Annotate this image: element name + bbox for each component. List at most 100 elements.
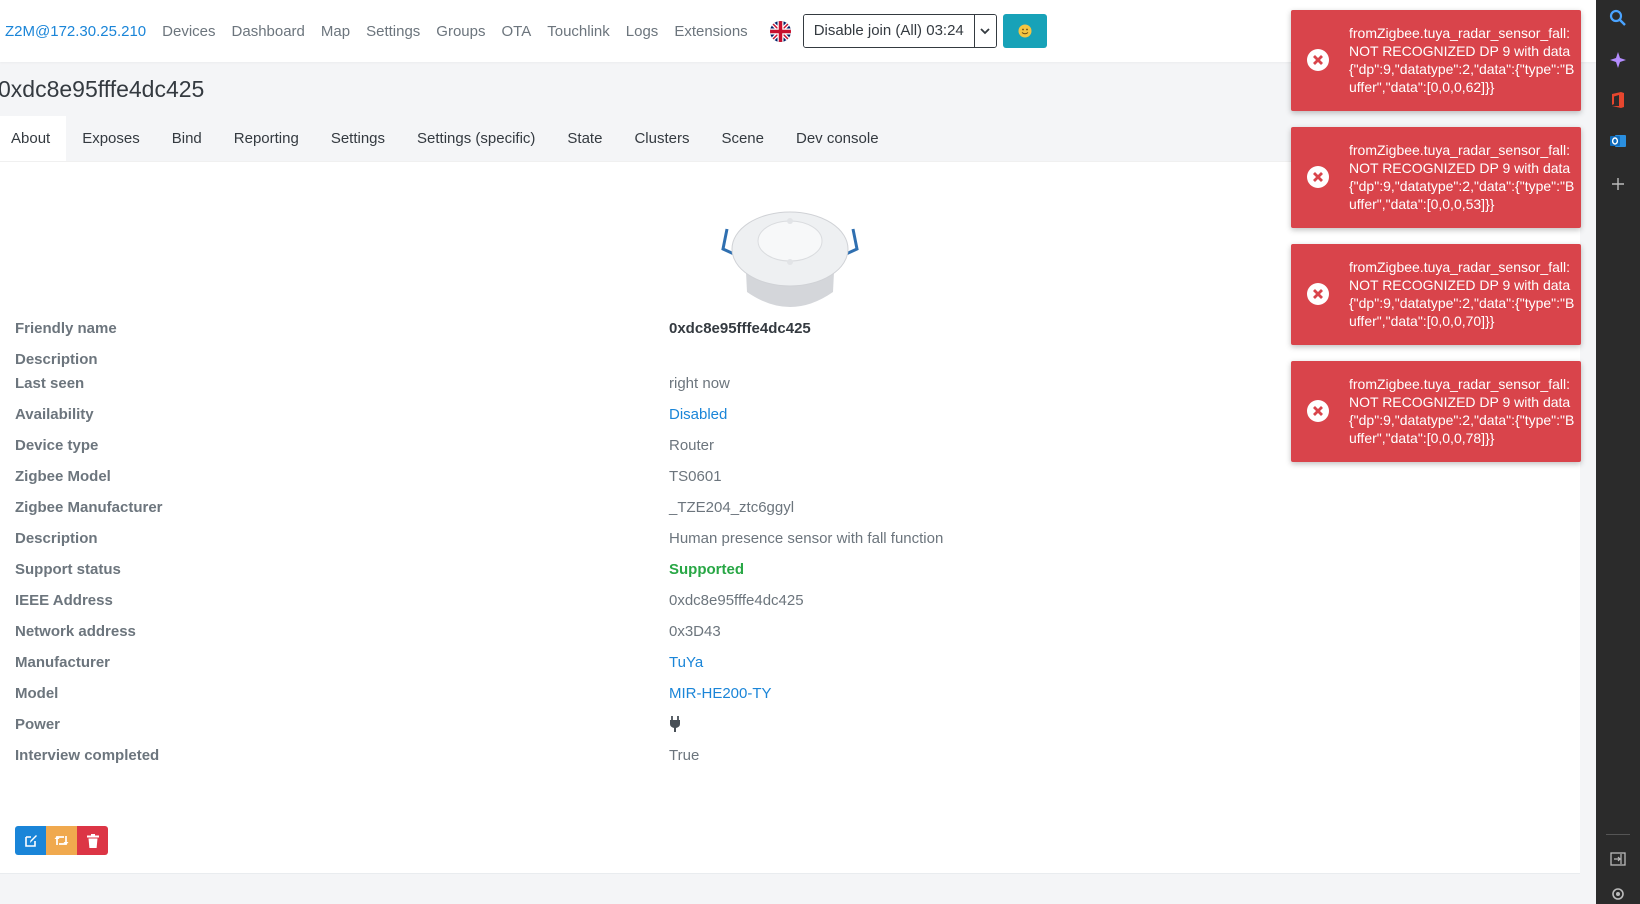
model-link[interactable]: MIR-HE200-TY [669,685,772,702]
edit-icon [24,834,37,847]
uk-flag-icon[interactable] [769,20,791,42]
detail-row-friendly-name: Friendly name 0xdc8e95fffe4dc425 [15,320,1515,344]
add-icon[interactable] [1608,174,1628,194]
error-circle-icon [1307,166,1329,188]
disable-join-button[interactable]: Disable join (All) 03:24 [803,15,974,47]
network-address-value: 0x3D43 [669,623,721,640]
sidebar-divider [1606,834,1630,835]
detail-label: Zigbee Manufacturer [15,499,163,516]
friendly-name-value: 0xdc8e95fffe4dc425 [669,320,811,337]
detail-row-power: Power [15,716,1515,740]
error-circle-icon [1307,283,1329,305]
detail-label: Manufacturer [15,654,111,671]
browser-sidebar [1596,0,1640,904]
tab-state[interactable]: State [551,116,618,161]
theme-toggle-button[interactable] [1002,14,1047,48]
detail-row-support-status: Support status Supported [15,561,1515,585]
interview-completed-value: True [669,747,700,764]
detail-label: Description [15,351,98,368]
copilot-icon[interactable] [1608,50,1628,70]
toast-message: fromZigbee.tuya_radar_sensor_fall: NOT R… [1349,259,1575,329]
error-toast[interactable]: fromZigbee.tuya_radar_sensor_fall: NOT R… [1291,361,1581,462]
gear-icon[interactable] [1608,884,1628,904]
tab-settings-specific[interactable]: Settings (specific) [401,116,551,161]
last-seen-value: right now [669,375,730,392]
retweet-icon [54,836,69,845]
availability-link[interactable]: Disabled [669,406,727,423]
detail-row-device-type: Device type Router [15,437,1515,461]
remove-button[interactable] [77,826,108,855]
detail-row-last-seen: Last seen right now [15,375,1515,399]
detail-row-zigbee-model: Zigbee Model TS0601 [15,468,1515,492]
device-type-value: Router [669,437,715,454]
nav-ota[interactable]: OTA [502,23,532,40]
reconfigure-button[interactable] [46,826,77,855]
nav-touchlink[interactable]: Touchlink [547,23,610,40]
support-status-value: Supported [669,561,744,578]
manufacturer-link[interactable]: TuYa [669,654,703,671]
detail-label: Friendly name [15,320,117,337]
error-toast[interactable]: fromZigbee.tuya_radar_sensor_fall: NOT R… [1291,10,1581,111]
nav-settings[interactable]: Settings [366,23,420,40]
zigbee-model-value: TS0601 [669,468,722,485]
detail-label: Device type [15,437,99,454]
join-dropdown-toggle[interactable] [973,15,996,47]
permit-join-group: Disable join (All) 03:24 [802,14,997,48]
detail-row-description-2: Description Human presence sensor with f… [15,530,1515,554]
search-icon[interactable] [1608,8,1628,28]
detail-label: Last seen [15,375,85,392]
ieee-address-value: 0xdc8e95fffe4dc425 [669,592,804,609]
nav-extensions[interactable]: Extensions [674,23,747,40]
detail-row-description: Description [15,351,1515,375]
brand-link[interactable]: Z2M@172.30.25.210 [5,23,146,40]
toast-message: fromZigbee.tuya_radar_sensor_fall: NOT R… [1349,25,1575,95]
tab-dev-console[interactable]: Dev console [780,116,895,161]
nav-dashboard[interactable]: Dashboard [232,23,305,40]
detail-label: Interview completed [15,747,160,764]
hide-sidebar-icon[interactable] [1608,849,1628,869]
tab-reporting[interactable]: Reporting [218,116,315,161]
error-circle-icon [1307,49,1329,71]
page-title: 0xdc8e95fffe4dc425 [0,76,205,102]
detail-row-zigbee-manufacturer: Zigbee Manufacturer _TZE204_ztc6ggyl [15,499,1515,523]
device-actions [15,826,108,855]
detail-label: Description [15,530,98,547]
error-circle-icon [1307,400,1329,422]
device-image [721,211,859,307]
detail-row-interview-completed: Interview completed True [15,747,1515,771]
tab-settings[interactable]: Settings [315,116,401,161]
error-toast[interactable]: fromZigbee.tuya_radar_sensor_fall: NOT R… [1291,127,1581,228]
nav-logs[interactable]: Logs [626,23,659,40]
rename-button[interactable] [15,826,46,855]
nav-groups[interactable]: Groups [436,23,485,40]
trash-icon [86,833,99,848]
nav-devices[interactable]: Devices [162,23,215,40]
detail-label: Availability [15,406,94,423]
detail-label: Support status [15,561,121,578]
model-description-value: Human presence sensor with fall function [669,530,944,547]
office-icon[interactable] [1608,90,1628,110]
plug-icon [669,716,681,736]
tab-scene[interactable]: Scene [705,116,780,161]
detail-label: Network address [15,623,136,640]
toast-message: fromZigbee.tuya_radar_sensor_fall: NOT R… [1349,376,1575,446]
detail-row-availability: Availability Disabled [15,406,1515,430]
detail-row-ieee-address: IEEE Address 0xdc8e95fffe4dc425 [15,592,1515,616]
detail-row-model: Model MIR-HE200-TY [15,685,1515,709]
detail-row-network-address: Network address 0x3D43 [15,623,1515,647]
detail-label: IEEE Address [15,592,113,609]
detail-row-manufacturer: Manufacturer TuYa [15,654,1515,678]
toast-message: fromZigbee.tuya_radar_sensor_fall: NOT R… [1349,142,1575,212]
detail-label: Model [15,685,59,702]
tab-bind[interactable]: Bind [156,116,218,161]
chevron-down-icon [980,28,990,35]
zigbee-manufacturer-value: _TZE204_ztc6ggyl [669,499,795,516]
detail-label: Zigbee Model [15,468,111,485]
outlook-icon[interactable] [1608,131,1628,151]
tab-about[interactable]: About [0,116,67,161]
tab-clusters[interactable]: Clusters [618,116,705,161]
error-toast[interactable]: fromZigbee.tuya_radar_sensor_fall: NOT R… [1291,244,1581,345]
detail-label: Power [15,716,61,733]
nav-map[interactable]: Map [321,23,350,40]
tab-exposes[interactable]: Exposes [66,116,156,161]
